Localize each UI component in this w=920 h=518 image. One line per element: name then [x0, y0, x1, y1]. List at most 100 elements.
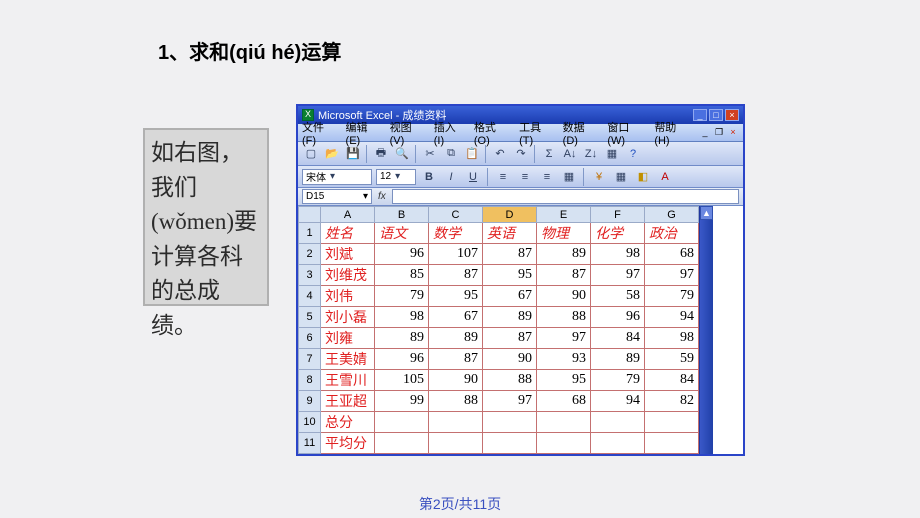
borders-button[interactable]: ▦ — [612, 168, 630, 186]
value-cell[interactable]: 89 — [429, 328, 483, 349]
inner-close-button[interactable]: × — [727, 127, 739, 138]
menu-data[interactable]: 数据(D) — [563, 119, 598, 147]
value-cell[interactable]: 97 — [645, 265, 699, 286]
name-cell[interactable]: 王亚超 — [321, 391, 375, 412]
value-cell[interactable]: 84 — [591, 328, 645, 349]
vertical-scrollbar[interactable]: ▲ — [699, 206, 713, 454]
value-cell[interactable]: 89 — [375, 328, 429, 349]
header-cell[interactable]: 化学 — [591, 223, 645, 244]
bold-button[interactable]: B — [420, 168, 438, 186]
value-cell[interactable]: 87 — [537, 265, 591, 286]
menu-help[interactable]: 帮助(H) — [654, 119, 689, 147]
header-cell[interactable]: 政治 — [645, 223, 699, 244]
font-name-select[interactable]: 宋体▾ — [302, 169, 372, 185]
maximize-button[interactable]: □ — [709, 109, 723, 121]
header-cell[interactable]: 语文 — [375, 223, 429, 244]
menu-insert[interactable]: 插入(I) — [434, 119, 464, 147]
merge-button[interactable]: ▦ — [560, 168, 578, 186]
value-cell[interactable]: 84 — [645, 370, 699, 391]
font-size-select[interactable]: 12▾ — [376, 169, 416, 185]
empty-cell[interactable] — [375, 433, 429, 454]
header-cell[interactable]: 英语 — [483, 223, 537, 244]
name-cell[interactable]: 刘斌 — [321, 244, 375, 265]
value-cell[interactable]: 67 — [483, 286, 537, 307]
name-box[interactable]: D15 ▾ — [302, 189, 372, 204]
value-cell[interactable]: 90 — [429, 370, 483, 391]
value-cell[interactable]: 88 — [483, 370, 537, 391]
name-cell[interactable]: 刘雍 — [321, 328, 375, 349]
name-cell[interactable]: 刘小磊 — [321, 307, 375, 328]
value-cell[interactable]: 96 — [591, 307, 645, 328]
value-cell[interactable]: 85 — [375, 265, 429, 286]
empty-cell[interactable] — [483, 433, 537, 454]
minimize-button[interactable]: _ — [693, 109, 707, 121]
value-cell[interactable]: 90 — [537, 286, 591, 307]
value-cell[interactable]: 88 — [537, 307, 591, 328]
col-header-B[interactable]: B — [375, 207, 429, 223]
row-header-1[interactable]: 1 — [299, 223, 321, 244]
empty-cell[interactable] — [375, 412, 429, 433]
value-cell[interactable]: 95 — [537, 370, 591, 391]
empty-cell[interactable] — [591, 412, 645, 433]
font-color-button[interactable]: A — [656, 168, 674, 186]
italic-button[interactable]: I — [442, 168, 460, 186]
value-cell[interactable]: 90 — [483, 349, 537, 370]
value-cell[interactable]: 95 — [429, 286, 483, 307]
scroll-up-icon[interactable]: ▲ — [700, 206, 713, 220]
menu-tools[interactable]: 工具(T) — [519, 119, 553, 147]
preview-icon[interactable]: 🔍 — [393, 145, 411, 163]
col-header-F[interactable]: F — [591, 207, 645, 223]
value-cell[interactable]: 67 — [429, 307, 483, 328]
empty-cell[interactable] — [645, 412, 699, 433]
help-icon[interactable]: ? — [624, 145, 642, 163]
open-icon[interactable]: 📂 — [323, 145, 341, 163]
row-header-10[interactable]: 10 — [299, 412, 321, 433]
row-header-8[interactable]: 8 — [299, 370, 321, 391]
menu-window[interactable]: 窗口(W) — [607, 119, 644, 147]
print-icon[interactable]: 🖶 — [372, 145, 390, 163]
row-header-9[interactable]: 9 — [299, 391, 321, 412]
empty-cell[interactable] — [483, 412, 537, 433]
value-cell[interactable]: 96 — [375, 349, 429, 370]
value-cell[interactable]: 96 — [375, 244, 429, 265]
name-cell[interactable]: 王美婧 — [321, 349, 375, 370]
row-header-5[interactable]: 5 — [299, 307, 321, 328]
inner-minimize-button[interactable]: _ — [699, 127, 711, 138]
empty-cell[interactable] — [429, 433, 483, 454]
row-header-3[interactable]: 3 — [299, 265, 321, 286]
menu-file[interactable]: 文件(F) — [302, 119, 336, 147]
value-cell[interactable]: 93 — [537, 349, 591, 370]
paste-icon[interactable]: 📋 — [463, 145, 481, 163]
empty-cell[interactable] — [537, 433, 591, 454]
save-icon[interactable]: 💾 — [344, 145, 362, 163]
name-cell[interactable]: 刘维茂 — [321, 265, 375, 286]
value-cell[interactable]: 87 — [429, 349, 483, 370]
value-cell[interactable]: 98 — [645, 328, 699, 349]
inner-restore-button[interactable]: ❐ — [713, 127, 725, 138]
value-cell[interactable]: 68 — [645, 244, 699, 265]
value-cell[interactable]: 97 — [483, 391, 537, 412]
menu-view[interactable]: 视图(V) — [390, 119, 424, 147]
cut-icon[interactable]: ✂ — [421, 145, 439, 163]
empty-cell[interactable] — [537, 412, 591, 433]
fill-color-button[interactable]: ◧ — [634, 168, 652, 186]
spreadsheet-grid[interactable]: ABCDEFG1姓名语文数学英语物理化学政治2刘斌96107878998683刘… — [298, 206, 699, 454]
menu-format[interactable]: 格式(O) — [474, 119, 509, 147]
value-cell[interactable]: 98 — [375, 307, 429, 328]
close-button[interactable]: × — [725, 109, 739, 121]
value-cell[interactable]: 87 — [483, 244, 537, 265]
value-cell[interactable]: 58 — [591, 286, 645, 307]
align-center-button[interactable]: ≡ — [516, 168, 534, 186]
underline-button[interactable]: U — [464, 168, 482, 186]
value-cell[interactable]: 87 — [429, 265, 483, 286]
row-header-2[interactable]: 2 — [299, 244, 321, 265]
value-cell[interactable]: 99 — [375, 391, 429, 412]
row-header-11[interactable]: 11 — [299, 433, 321, 454]
summary-label[interactable]: 总分 — [321, 412, 375, 433]
col-header-D[interactable]: D — [483, 207, 537, 223]
value-cell[interactable]: 97 — [591, 265, 645, 286]
menu-edit[interactable]: 编辑(E) — [346, 119, 380, 147]
value-cell[interactable]: 89 — [483, 307, 537, 328]
value-cell[interactable]: 94 — [645, 307, 699, 328]
value-cell[interactable]: 89 — [591, 349, 645, 370]
